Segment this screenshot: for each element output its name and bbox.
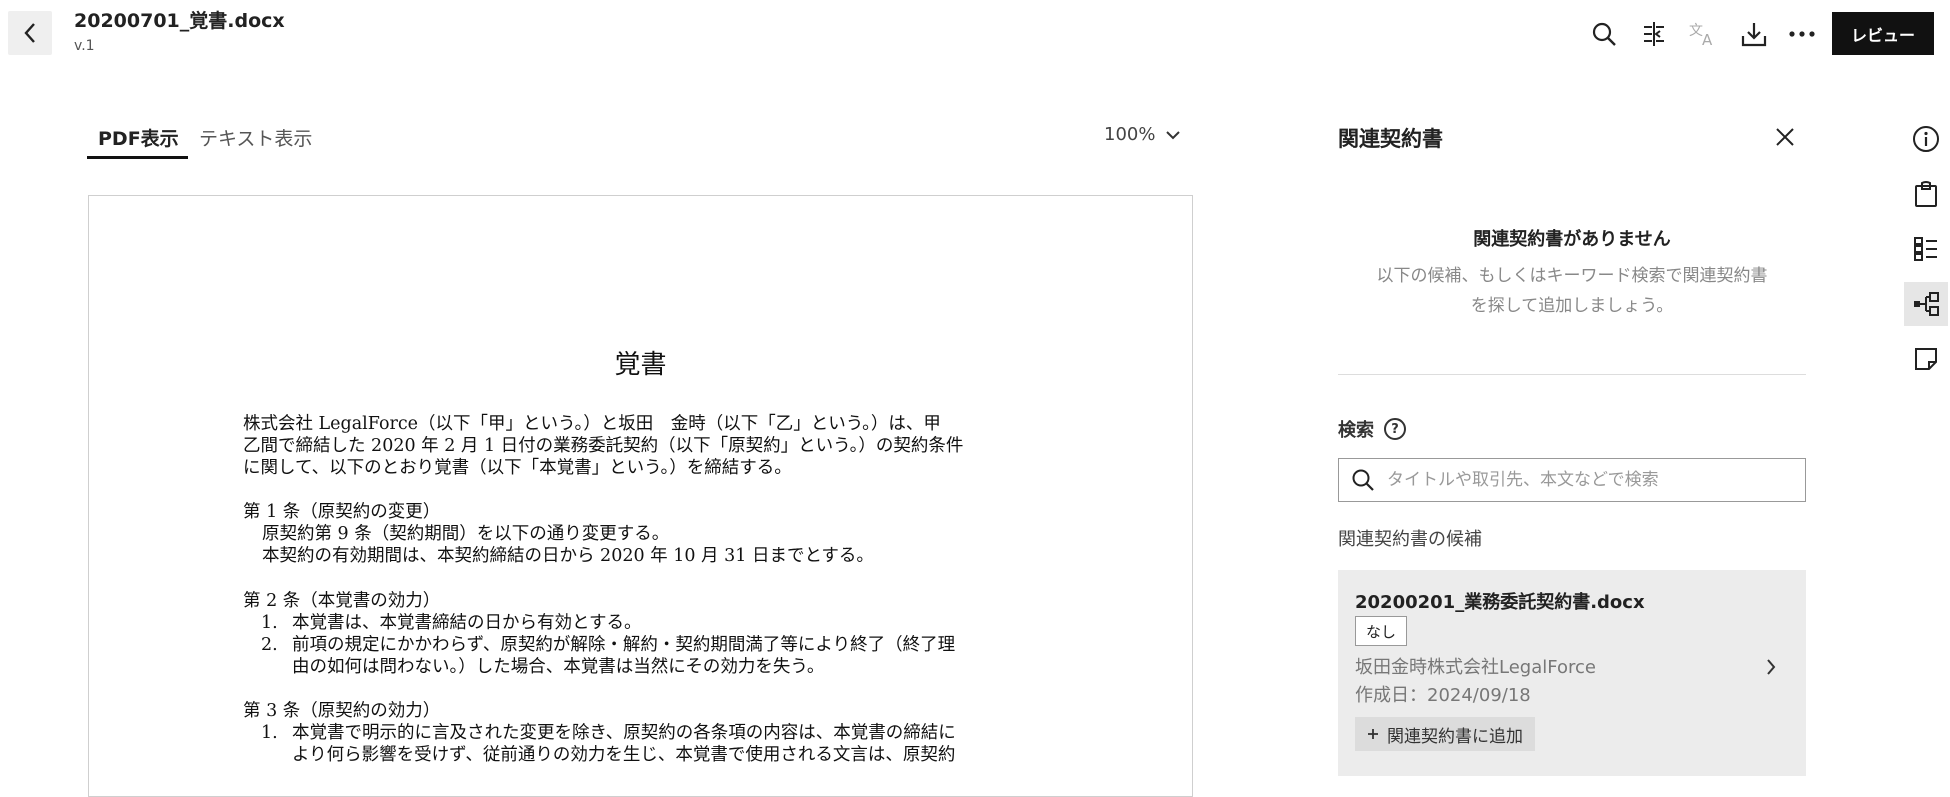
doc-line: より何ら影響を受けず、従前通りの効力を生じ、本覚書で使用される文言は、原契約 xyxy=(292,745,956,765)
checklist-icon xyxy=(1914,237,1937,261)
doc-line: に関して、以下のとおり覚書（以下「本覚書」という。）を締結する。 xyxy=(243,458,792,478)
info-icon xyxy=(1913,126,1939,152)
more-icon xyxy=(1789,31,1815,37)
plus-icon xyxy=(1368,729,1378,739)
sidebar-item-related-docs[interactable] xyxy=(1904,282,1948,326)
doc-line: 乙間で締結した 2020 年 2 月 1 日付の業務委託契約（以下「原契約」とい… xyxy=(243,436,964,456)
list-number: 1. xyxy=(261,613,278,633)
doc-line: 原契約第 9 条（契約期間）を以下の通り変更する。 xyxy=(262,524,670,544)
active-tab-indicator xyxy=(87,156,188,159)
related-docs-icon xyxy=(1914,292,1939,316)
sidebar-item-checklist[interactable] xyxy=(1904,227,1948,271)
document-heading: 覚書 xyxy=(614,350,667,380)
search-input[interactable] xyxy=(1385,469,1789,491)
doc-line: 株式会社 LegalForce（以下「甲」という。）と坂田 金時（以下「乙」とい… xyxy=(243,414,941,434)
search-label-text: 検索 xyxy=(1338,420,1374,441)
close-panel-button[interactable] xyxy=(1770,122,1800,152)
search-box[interactable] xyxy=(1338,458,1806,502)
candidate-name: 20200201_業務委託契約書.docx xyxy=(1355,592,1645,613)
list-number: 2. xyxy=(261,635,278,655)
empty-state-title: 関連契約書がありません xyxy=(1473,229,1671,250)
close-icon xyxy=(1776,128,1794,146)
download-button[interactable] xyxy=(1736,14,1772,54)
chevron-down-icon xyxy=(1166,130,1181,139)
zoom-value: 100% xyxy=(1104,124,1156,145)
doc-line: 由の如何は問わない。）した場合、本覚書は当然にその効力を失う。 xyxy=(292,657,825,677)
panel-title: 関連契約書 xyxy=(1338,127,1443,151)
empty-desc-line: を探して追加しましょう。 xyxy=(1470,296,1674,316)
sidebar-item-note[interactable] xyxy=(1904,337,1948,381)
help-icon[interactable]: ? xyxy=(1384,418,1406,440)
more-button[interactable] xyxy=(1784,14,1820,54)
svg-text:文: 文 xyxy=(1689,23,1703,39)
article-heading: 第 2 条（本覚書の効力） xyxy=(243,591,441,611)
candidate-party: 坂田金時株式会社LegalForce xyxy=(1355,657,1596,678)
note-icon xyxy=(1915,348,1937,370)
doc-line: 本覚書で明示的に言及された変更を除き、原契約の各条項の内容は、本覚書の締結に xyxy=(292,723,956,743)
candidates-label: 関連契約書の候補 xyxy=(1338,529,1482,550)
compare-icon xyxy=(1644,22,1664,46)
sidebar-item-clipboard[interactable] xyxy=(1904,172,1948,216)
divider xyxy=(1338,374,1806,375)
list-number: 1. xyxy=(261,723,278,743)
candidate-card[interactable]: 20200201_業務委託契約書.docx なし 坂田金時株式会社LegalFo… xyxy=(1338,570,1806,776)
back-button[interactable] xyxy=(8,11,52,55)
sidebar-item-info[interactable] xyxy=(1904,117,1948,161)
empty-desc-line: 以下の候補、もしくはキーワード検索で関連契約書 xyxy=(1376,266,1768,286)
search-button[interactable] xyxy=(1586,14,1622,54)
svg-text:A: A xyxy=(1702,31,1713,47)
search-section-label: 検索 ? xyxy=(1338,416,1406,442)
tab-pdf-view[interactable]: PDF表示 xyxy=(98,124,179,151)
document-version: v.1 xyxy=(74,38,95,54)
add-related-contract-button[interactable]: 関連契約書に追加 xyxy=(1355,717,1535,751)
status-badge: なし xyxy=(1355,616,1408,646)
article-heading: 第 3 条（原契約の効力） xyxy=(243,701,441,721)
document-page: 覚書 株式会社 LegalForce（以下「甲」という。）と坂田 金時（以下「乙… xyxy=(88,195,1193,797)
zoom-select[interactable]: 100% xyxy=(1104,124,1181,145)
translate-icon: 文 A xyxy=(1689,23,1713,47)
doc-line: 本契約の有効期間は、本契約締結の日から 2020 年 10 月 31 日までとす… xyxy=(262,546,874,566)
chevron-right-icon[interactable] xyxy=(1766,658,1776,676)
document-title: 20200701_覚書.docx xyxy=(74,10,285,32)
article-heading: 第 1 条（原契約の変更） xyxy=(243,502,441,522)
clipboard-icon xyxy=(1915,181,1937,207)
empty-state-description: 以下の候補、もしくはキーワード検索で関連契約書 を探して追加しましょう。 xyxy=(1360,261,1784,321)
search-icon xyxy=(1592,22,1616,46)
candidate-created-date: 作成日：2024/09/18 xyxy=(1355,685,1531,706)
search-icon xyxy=(1352,469,1374,491)
translate-button[interactable]: 文 A xyxy=(1686,14,1722,54)
chevron-left-icon xyxy=(24,23,35,43)
add-label: 関連契約書に追加 xyxy=(1387,726,1523,747)
download-icon xyxy=(1741,23,1767,47)
doc-line: 本覚書は、本覚書締結の日から有効とする。 xyxy=(292,613,642,633)
tab-text-view[interactable]: テキスト表示 xyxy=(199,124,312,151)
doc-line: 前項の規定にかかわらず、原契約が解除・解約・契約期間満了等により終了（終了理 xyxy=(292,635,956,655)
review-button[interactable]: レビュー xyxy=(1832,12,1934,55)
compare-button[interactable] xyxy=(1636,14,1672,54)
